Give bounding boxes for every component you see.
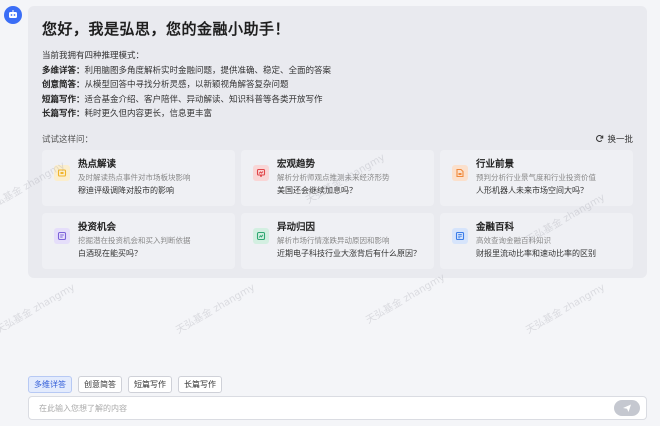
mode-description: 长篇写作：耗时更久但内容更长，信息更丰富 bbox=[42, 109, 213, 119]
suggestion-desc: 预判分析行业景气度和行业投资价值 bbox=[476, 172, 596, 182]
mode-description: 创意简答：从模型回答中寻找分析灵感，以新颖视角解答复杂问题 bbox=[42, 80, 289, 90]
suggestion-desc: 高效查询金融百科知识 bbox=[476, 235, 551, 245]
suggestion-title: 宏观趋势 bbox=[277, 158, 316, 170]
assistant-avatar bbox=[4, 6, 22, 24]
robot-icon bbox=[9, 10, 17, 18]
mode-description: 多维详答：利用脑图多角度解析实时金融问题，提供准确、稳定、全面的答案 bbox=[42, 65, 332, 76]
send-icon bbox=[623, 404, 631, 412]
mode-chip-multidim[interactable]: 多维详答 bbox=[28, 376, 72, 393]
chat-input[interactable] bbox=[39, 403, 614, 413]
suggestion-question: 近期电子科技行业大涨背后有什么原因？ bbox=[277, 248, 421, 258]
mode-selector: 多维详答 创意简答 短篇写作 长篇写作 bbox=[28, 376, 222, 393]
suggestion-question: 美国还会继续加息吗？ bbox=[277, 185, 357, 195]
suggestion-question: 财报里流动比率和速动比率的区别 bbox=[476, 248, 596, 258]
suggestion-card-trend[interactable]: 宏观趋势 解析分析师观点推测未来经济形势 美国还会继续加息吗？ bbox=[241, 149, 434, 206]
opportunity-icon bbox=[54, 227, 70, 244]
suggestion-card-encyclopedia[interactable]: 金融百科 高效查询金融百科知识 财报里流动比率和速动比率的区别 bbox=[440, 212, 633, 269]
suggestion-card-attribution[interactable]: 异动归因 解析市场行情涨跌异动原因和影响 近期电子科技行业大涨背后有什么原因？ bbox=[241, 212, 434, 269]
suggestion-title: 金融百科 bbox=[476, 221, 515, 233]
mode-chip-long-writing[interactable]: 长篇写作 bbox=[178, 376, 222, 393]
suggestion-title: 异动归因 bbox=[277, 221, 316, 233]
greeting-title: 您好，我是弘思，您的金融小助手！ bbox=[42, 20, 291, 38]
trend-icon bbox=[253, 164, 269, 181]
welcome-card: 您好，我是弘思，您的金融小助手！ 当前我拥有四种推理模式： 多维详答：利用脑图多… bbox=[28, 6, 647, 278]
watermark: 天弘基金 zhangmy bbox=[174, 282, 258, 337]
watermark: 天弘基金 zhangmy bbox=[524, 282, 608, 337]
suggestion-title: 行业前景 bbox=[476, 158, 515, 170]
hotspot-icon bbox=[54, 164, 70, 181]
suggestion-question: 穆迪评级调降对股市的影响 bbox=[78, 185, 174, 195]
suggestion-grid: 热点解读 及时解读热点事件对市场板块影响 穆迪评级调降对股市的影响 宏观趋势 解… bbox=[42, 149, 633, 269]
mode-chip-short-writing[interactable]: 短篇写作 bbox=[128, 376, 172, 393]
attribution-icon bbox=[253, 227, 269, 244]
suggestion-desc: 挖掘潜在投资机会和买入判断依据 bbox=[78, 235, 191, 245]
suggestion-card-hotspot[interactable]: 热点解读 及时解读热点事件对市场板块影响 穆迪评级调降对股市的影响 bbox=[42, 149, 235, 206]
suggestion-desc: 解析市场行情涨跌异动原因和影响 bbox=[277, 235, 390, 245]
refresh-icon bbox=[596, 135, 604, 142]
suggestion-title: 热点解读 bbox=[78, 158, 117, 170]
industry-icon bbox=[452, 164, 468, 181]
mode-description: 短篇写作：适合基金介绍、客户陪伴、异动解读、知识科普等各类开放写作 bbox=[42, 94, 323, 105]
suggestion-question: 白酒现在能买吗？ bbox=[78, 248, 142, 258]
suggestion-question: 人形机器人未来市场空间大吗？ bbox=[476, 185, 588, 195]
suggestions-label: 试试这样问： bbox=[42, 134, 94, 145]
mode-chip-creative[interactable]: 创意简答 bbox=[78, 376, 122, 393]
modes-intro: 当前我拥有四种推理模式： bbox=[42, 51, 145, 61]
suggestion-card-industry[interactable]: 行业前景 预判分析行业景气度和行业投资价值 人形机器人未来市场空间大吗？ bbox=[440, 149, 633, 206]
suggestion-card-opportunity[interactable]: 投资机会 挖掘潜在投资机会和买入判断依据 白酒现在能买吗？ bbox=[42, 212, 235, 269]
refresh-suggestions-button[interactable]: 换一批 bbox=[595, 133, 633, 145]
send-button[interactable] bbox=[614, 400, 640, 416]
suggestion-desc: 及时解读热点事件对市场板块影响 bbox=[78, 172, 191, 182]
chat-input-bar bbox=[28, 396, 647, 420]
suggestion-desc: 解析分析师观点推测未来经济形势 bbox=[277, 172, 390, 182]
suggestion-title: 投资机会 bbox=[78, 221, 117, 233]
encyclopedia-icon bbox=[452, 227, 468, 244]
watermark: 天弘基金 zhangmy bbox=[0, 282, 78, 337]
